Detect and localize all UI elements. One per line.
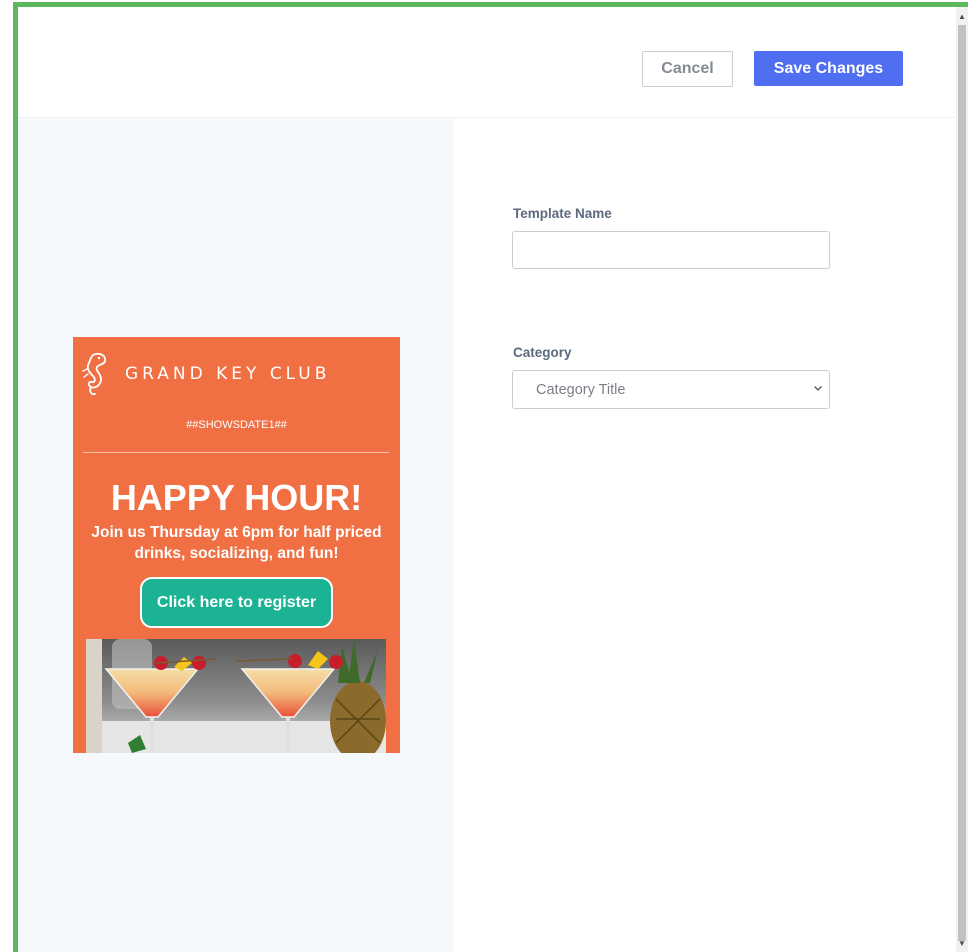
template-name-label: Template Name: [513, 206, 612, 221]
scroll-up-arrow-icon[interactable]: ▲: [956, 9, 968, 25]
email-template-preview: GRAND KEY CLUB ##SHOWSDATE1## HAPPY HOUR…: [73, 337, 400, 753]
register-button: Click here to register: [140, 577, 333, 628]
category-label: Category: [513, 345, 572, 360]
preview-headline: HAPPY HOUR!: [110, 477, 363, 518]
cancel-button[interactable]: Cancel: [642, 51, 733, 87]
modal-frame: Cancel Save Changes GRAND KEY CLUB ##SHO…: [0, 0, 968, 952]
scroll-down-arrow-icon[interactable]: ▼: [956, 936, 968, 952]
preview-divider: [83, 452, 389, 453]
category-select[interactable]: Category Title: [512, 370, 830, 409]
chevron-down-icon: [814, 386, 822, 391]
template-name-input[interactable]: [512, 231, 830, 269]
scrollbar-thumb[interactable]: [958, 25, 966, 941]
brand-name: GRAND KEY CLUB: [125, 364, 331, 384]
preview-subtext: Join us Thursday at 6pm for half priced …: [91, 524, 382, 562]
save-changes-button[interactable]: Save Changes: [754, 51, 903, 86]
vertical-scrollbar[interactable]: ▲ ▼: [956, 7, 968, 952]
seahorse-logo-icon: [82, 352, 106, 396]
modal-header: Cancel Save Changes: [18, 7, 956, 118]
shows-date-placeholder: ##SHOWSDATE1##: [186, 419, 287, 431]
category-select-value: Category Title: [536, 382, 626, 398]
cocktail-photo: [86, 639, 386, 753]
